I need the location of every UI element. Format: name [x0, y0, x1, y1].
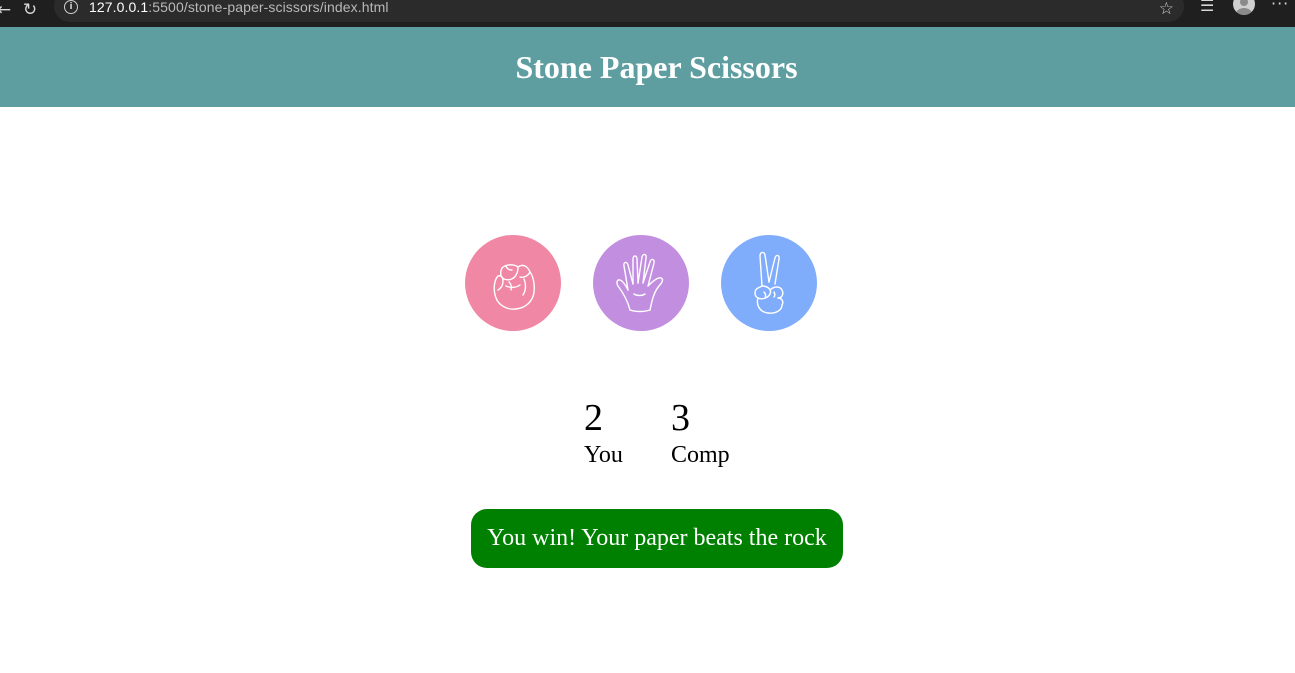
favorites-icon[interactable]: ☰	[1200, 0, 1214, 15]
scoreboard: 2 You 3 Comp	[584, 398, 758, 472]
paper-choice-button[interactable]	[593, 235, 689, 331]
page-header: Stone Paper Scissors	[0, 27, 1295, 107]
back-arrow-icon[interactable]: ←	[0, 0, 16, 22]
fist-icon	[493, 264, 535, 310]
site-info-icon[interactable]: i	[64, 0, 78, 14]
choices-row	[465, 235, 817, 331]
rock-choice-button[interactable]	[465, 235, 561, 331]
browser-toolbar: ← ↻ i 127.0.0.1:5500/stone-paper-scissor…	[0, 0, 1295, 27]
url-text: 127.0.0.1:5500/stone-paper-scissors/inde…	[89, 0, 389, 15]
user-score-label: You	[584, 442, 623, 468]
comp-score-label: Comp	[671, 442, 730, 468]
user-score-value: 2	[584, 397, 603, 439]
comp-score-value: 3	[671, 397, 690, 439]
scissors-choice-button[interactable]	[721, 235, 817, 331]
open-hand-icon	[616, 253, 664, 313]
peace-hand-icon	[754, 251, 784, 314]
reload-icon[interactable]: ↻	[18, 0, 42, 22]
profile-avatar[interactable]	[1233, 0, 1255, 15]
user-score: 2 You	[584, 398, 671, 472]
result-message: You win! Your paper beats the rock	[471, 509, 843, 568]
address-bar[interactable]: i 127.0.0.1:5500/stone-paper-scissors/in…	[54, 0, 1184, 22]
bookmark-star-icon[interactable]: ☆	[1159, 0, 1174, 19]
comp-score: 3 Comp	[671, 398, 758, 472]
more-menu-icon[interactable]: ···	[1271, 0, 1289, 13]
page-title: Stone Paper Scissors	[515, 48, 798, 85]
